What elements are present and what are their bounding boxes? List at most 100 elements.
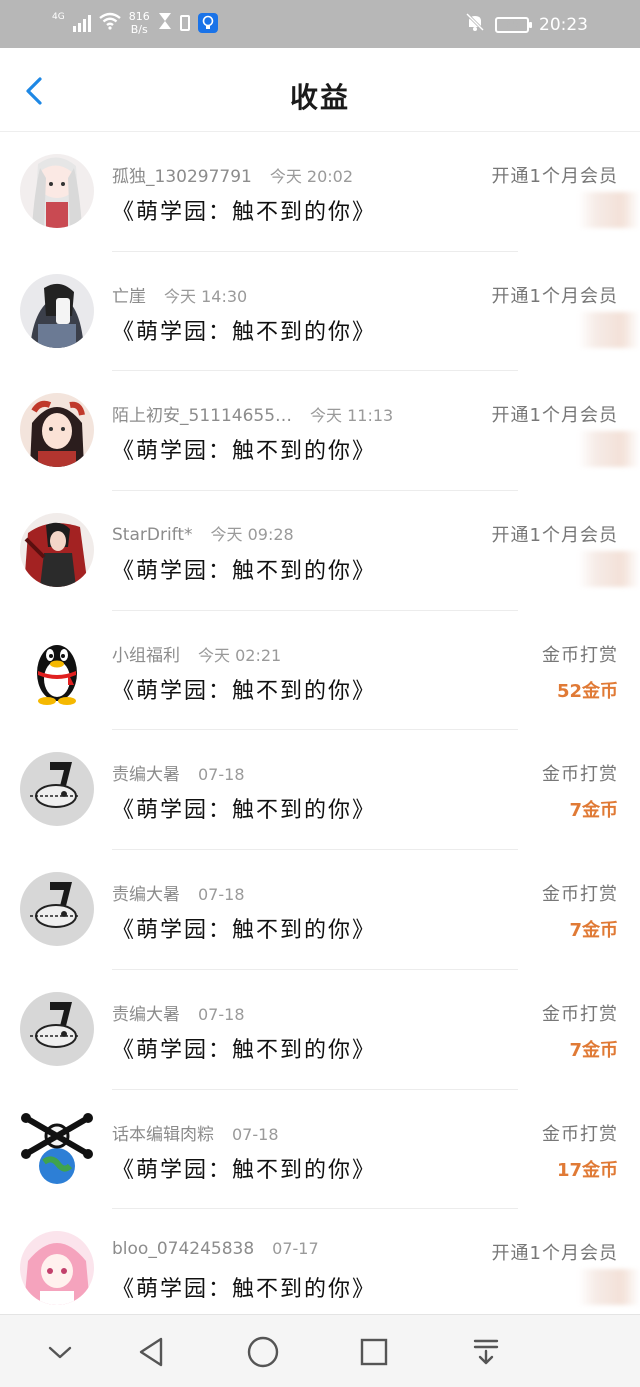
work-title: 《萌学园：触不到的你》 [112, 200, 377, 225]
income-meta: 小组福利 今天 02:21 [112, 641, 281, 666]
work-title: 《萌学园：触不到的你》 [112, 1157, 377, 1183]
username: StarDrift* [112, 525, 193, 546]
avatar[interactable] [20, 1231, 94, 1306]
avatar[interactable] [20, 1112, 94, 1186]
back-triangle-icon [139, 1337, 163, 1366]
nav-back-button[interactable] [112, 1315, 192, 1387]
nav-notification-button[interactable] [446, 1315, 526, 1387]
speed-unit: B/s [130, 23, 148, 36]
recents-square-icon [360, 1338, 388, 1365]
income-type: 开通1个月会员 [491, 166, 618, 187]
avatar[interactable] [20, 154, 94, 228]
work-title: 《萌学园：触不到的你》 [112, 1277, 377, 1303]
username: 责编大暑 [112, 765, 180, 786]
avatar[interactable] [20, 273, 94, 348]
income-amount: 52金币 [556, 680, 618, 702]
work-title: 《萌学园：触不到的你》 [112, 678, 377, 704]
income-row[interactable]: 孤独_130297791 今天 20:02 《萌学园：触不到的你》 开通1个月会员 [0, 132, 640, 252]
work-title: 《萌学园：触不到的你》 [112, 798, 377, 824]
status-bar: 4G 816 B/s 90 20:23 [0, 0, 640, 48]
wifi-icon [98, 12, 121, 35]
income-row[interactable]: 亡崖 今天 14:30 《萌学园：触不到的你》 开通1个月会员 [0, 252, 640, 372]
work-title: 《萌学园：触不到的你》 [112, 918, 377, 944]
timestamp: 今天 09:28 [210, 525, 294, 545]
avatar[interactable] [20, 752, 94, 827]
income-meta: 责编大暑 07-18 [112, 1000, 245, 1025]
username: 责编大暑 [112, 885, 180, 906]
work-title: 《萌学园：触不到的你》 [112, 439, 377, 465]
income-row[interactable]: 责编大暑 07-18 《萌学园：触不到的你》 金币打赏 7金币 [0, 730, 640, 851]
income-row[interactable]: bloo_074245838 07-17 《萌学园：触不到的你》 开通1个月会员 [0, 1209, 640, 1329]
income-row[interactable]: 责编大暑 07-18 《萌学园：触不到的你》 金币打赏 7金币 [0, 970, 640, 1090]
work-title: 《萌学园：触不到的你》 [112, 1037, 377, 1063]
income-list[interactable]: 孤独_130297791 今天 20:02 《萌学园：触不到的你》 开通1个月会员… [0, 132, 640, 1329]
battery-level: 90 [505, 18, 519, 30]
timestamp: 今天 02:21 [198, 645, 282, 665]
income-type: 金币打赏 [542, 884, 618, 906]
battery-small-icon [179, 15, 190, 31]
timestamp: 07-18 [232, 1124, 279, 1144]
timestamp: 07-17 [272, 1239, 319, 1259]
income-type: 金币打赏 [542, 644, 618, 666]
timestamp: 今天 11:13 [310, 406, 394, 426]
avatar[interactable] [20, 991, 94, 1066]
income-meta: 陌上初安_51114655… 今天 11:13 [112, 401, 393, 426]
qq-penguin-icon [37, 644, 77, 705]
username: bloo_074245838 [112, 1239, 255, 1260]
page-header: 收益 [0, 48, 640, 132]
income-type: 开通1个月会员 [491, 525, 618, 547]
mute-bell-icon [465, 12, 485, 37]
income-amount: 17金币 [556, 1159, 618, 1181]
timestamp: 07-18 [198, 885, 245, 905]
income-meta: 责编大暑 07-18 [112, 760, 245, 785]
nav-recents-button[interactable] [334, 1315, 414, 1387]
avatar[interactable] [20, 393, 94, 468]
hourglass-icon [158, 12, 172, 34]
system-nav-bar [0, 1314, 640, 1387]
nav-collapse-button[interactable] [20, 1315, 100, 1387]
income-amount: 7金币 [569, 800, 618, 822]
timestamp: 07-18 [198, 1004, 245, 1024]
network-speed: 816 B/s [129, 10, 150, 36]
timestamp: 今天 20:02 [269, 167, 354, 186]
home-circle-icon [247, 1336, 279, 1367]
blurred-amount [578, 431, 640, 468]
timestamp: 07-18 [198, 765, 245, 785]
username: 小组福利 [112, 645, 180, 666]
income-meta: 责编大暑 07-18 [112, 880, 245, 905]
notification-pull-icon [473, 1339, 499, 1364]
battery-icon: 90 [495, 16, 532, 33]
income-type: 开通1个月会员 [491, 405, 618, 427]
signal-icon [72, 14, 91, 32]
income-meta: 孤独_130297791 今天 20:02 [112, 162, 353, 187]
income-amount: 7金币 [569, 920, 618, 942]
income-row[interactable]: 责编大暑 07-18 《萌学园：触不到的你》 金币打赏 7金币 [0, 850, 640, 970]
income-row[interactable]: 话本编辑肉粽 07-18 《萌学园：触不到的你》 金币打赏 17金币 [0, 1090, 640, 1210]
income-row[interactable]: StarDrift* 今天 09:28 《萌学园：触不到的你》 开通1个月会员 [0, 491, 640, 611]
clock: 20:23 [539, 14, 588, 35]
avatar[interactable] [20, 513, 94, 588]
avatar[interactable] [20, 633, 94, 707]
nav-home-button[interactable] [223, 1315, 303, 1387]
avatar[interactable] [20, 872, 94, 947]
income-row[interactable]: 小组福利 今天 02:21 《萌学园：触不到的你》 金币打赏 52金币 [0, 611, 640, 731]
network-type: 4G [52, 12, 65, 22]
income-row[interactable]: 陌上初安_51114655… 今天 11:13 《萌学园：触不到的你》 开通1个月… [0, 371, 640, 492]
username: 亡崖 [112, 286, 146, 307]
income-meta: 亡崖 今天 14:30 [112, 282, 247, 307]
income-type: 开通1个月会员 [491, 1243, 618, 1265]
income-meta: 话本编辑肉粽 07-18 [112, 1120, 279, 1145]
username: 话本编辑肉粽 [112, 1124, 214, 1145]
username: 责编大暑 [112, 1004, 180, 1025]
blurred-amount [578, 1269, 640, 1306]
bulb-app-icon [197, 13, 218, 33]
work-title: 《萌学园：触不到的你》 [112, 559, 377, 585]
chevron-down-icon [48, 1346, 72, 1358]
blurred-amount [578, 192, 640, 228]
status-left: 4G 816 B/s [52, 10, 218, 36]
username: 孤独_130297791 [112, 167, 252, 187]
page-title: 收益 [289, 81, 350, 114]
income-type: 金币打赏 [542, 1123, 618, 1145]
income-meta: bloo_074245838 07-17 [112, 1239, 319, 1259]
income-type: 金币打赏 [542, 1003, 618, 1025]
